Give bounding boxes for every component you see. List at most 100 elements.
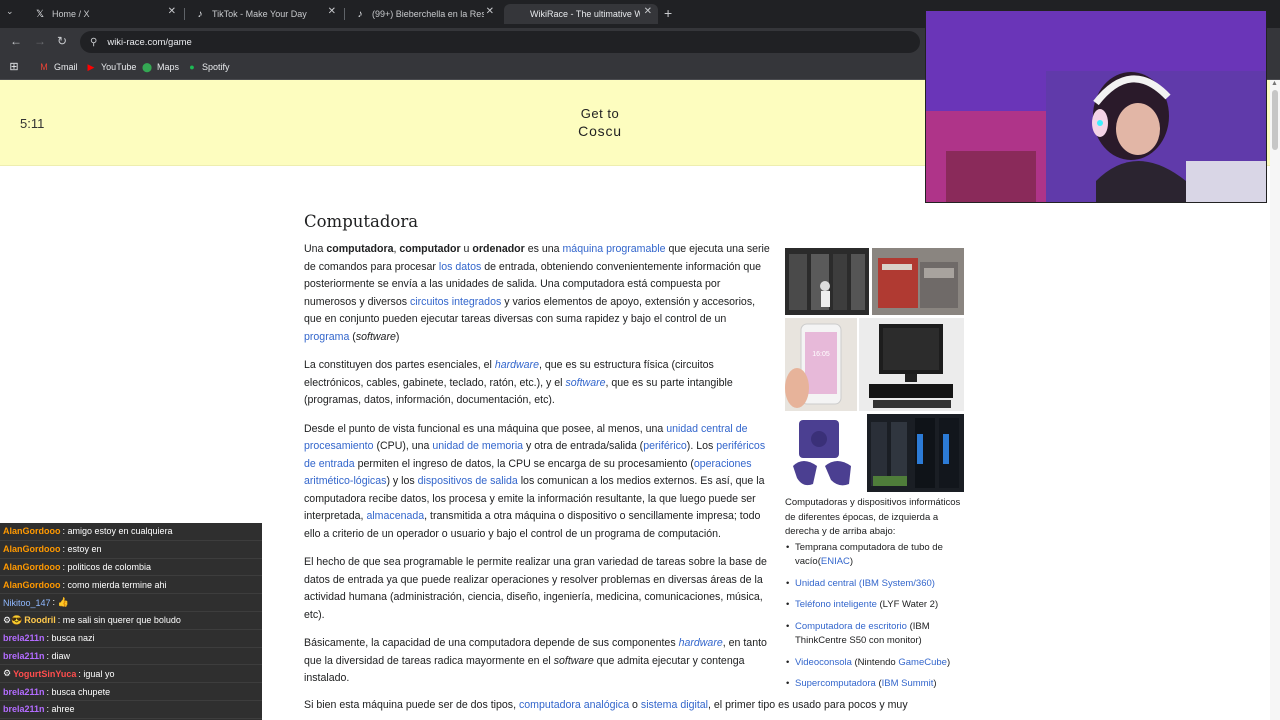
ibm-summit-photo[interactable]: [867, 414, 964, 492]
text: o: [629, 699, 641, 711]
text: ). Los: [686, 440, 717, 452]
caption-text: (LYF Water 2): [876, 599, 939, 610]
chat-text: : ahree: [46, 704, 75, 715]
chat-text: : busca nazi: [46, 633, 95, 644]
tiktok-icon: ♪: [357, 8, 363, 20]
paragraph-5: Básicamente, la capacidad de una computa…: [304, 635, 772, 688]
wiki-link[interactable]: IBM System/360: [862, 578, 932, 589]
caption-text: ): [849, 556, 854, 567]
chat-message: Nikitoo_147: 👍: [0, 594, 262, 612]
wiki-link[interactable]: hardware: [679, 637, 723, 649]
ibm-system-360-photo[interactable]: [872, 248, 964, 315]
eniac-photo[interactable]: [785, 248, 869, 315]
wiki-link[interactable]: computadora analógica: [519, 699, 629, 711]
caption-text: ): [931, 577, 935, 589]
wiki-link[interactable]: almacenada: [366, 510, 424, 522]
wiki-link[interactable]: circuitos integrados: [410, 296, 501, 308]
chat-message: AlanGordooo: como mierda termine ahi: [0, 576, 262, 595]
bookmark-spotify[interactable]: ● Spotify: [186, 61, 229, 73]
new-tab-icon[interactable]: +: [664, 5, 672, 21]
caption-list: Temprana computadora de tubo de vacío(EN…: [785, 541, 967, 692]
desktop-computer-photo[interactable]: [859, 318, 964, 411]
wiki-link[interactable]: Supercomputadora: [795, 678, 876, 689]
wiki-link[interactable]: periférico: [643, 440, 687, 452]
chat-username: brela211n: [3, 650, 45, 661]
chat-message: AlanGordooo: politicos de colombia: [0, 559, 262, 577]
gallery-caption: Computadoras y dispositivos informáticos…: [785, 496, 967, 699]
url-text[interactable]: wiki-race.com/game: [107, 37, 191, 48]
bookmark-gmail[interactable]: M Gmail: [38, 61, 77, 73]
close-tab-icon[interactable]: ✕: [328, 6, 336, 17]
tab-wikirace[interactable]: WikiRace - The ultimative Wikip ✕: [504, 4, 658, 24]
site-info-icon[interactable]: ⚲: [90, 37, 97, 48]
back-arrow-icon[interactable]: ←: [10, 34, 22, 48]
chat-text: : 👍: [52, 597, 69, 608]
chat-username: AlanGordooo: [3, 544, 61, 555]
article-body: Una computadora, computador u ordenador …: [304, 241, 772, 699]
chat-message: ⚙ YogurtSinYuca: igual yo: [0, 665, 262, 684]
youtube-icon: ▶: [87, 62, 95, 72]
chat-message: brela211n: busca chupete: [0, 683, 262, 701]
reload-icon[interactable]: ↻: [57, 34, 67, 48]
wiki-link[interactable]: Computadora de escritorio: [795, 621, 907, 632]
apps-grid-icon[interactable]: ⊞: [8, 61, 24, 73]
caption-intro: Computadoras y dispositivos informáticos…: [785, 497, 961, 537]
address-bar[interactable]: ⚲ wiki-race.com/game: [80, 31, 920, 53]
forward-arrow-icon[interactable]: →: [34, 34, 46, 48]
chat-username: Roodril: [24, 615, 56, 626]
close-tab-icon[interactable]: ✕: [168, 6, 176, 17]
wiki-link[interactable]: unidad de memoria: [432, 440, 523, 452]
chat-message: AlanGordooo: estoy en: [0, 541, 262, 559]
tab-tiktok[interactable]: ♪ TikTok - Make Your Day ✕: [186, 4, 342, 24]
paragraph-2: La constituyen dos partes esenciales, el…: [304, 357, 772, 410]
bookmark-maps[interactable]: ⬤ Maps: [141, 61, 179, 73]
wiki-link[interactable]: Unidad central: [795, 578, 856, 589]
wiki-link[interactable]: software: [565, 377, 605, 389]
scrollbar-thumb[interactable]: [1272, 90, 1278, 150]
text: Básicamente, la capacidad de una computa…: [304, 637, 679, 649]
wiki-link[interactable]: ENIAC: [821, 556, 850, 567]
wiki-link[interactable]: Teléfono inteligente: [795, 599, 877, 610]
chat-message: AlanGordooo: amigo estoy en cualquiera: [0, 523, 262, 541]
chat-username: AlanGordooo: [3, 561, 61, 572]
scroll-up-icon[interactable]: ▲: [1271, 80, 1278, 87]
wiki-link[interactable]: sistema digital: [641, 699, 708, 711]
tab-tiktok-live[interactable]: ♪ (99+) Bieberchella en la Residen ✕: [346, 4, 500, 24]
page-scrollbar[interactable]: ▲: [1270, 80, 1280, 720]
text: ): [395, 330, 400, 343]
wiki-link[interactable]: hardware: [495, 359, 539, 371]
stream-chat-overlay: AlanGordooo: amigo estoy en cualquiera A…: [0, 523, 262, 720]
wiki-link[interactable]: dispositivos de salida: [418, 475, 518, 487]
wiki-link[interactable]: GameCube: [898, 657, 947, 668]
chat-username: Nikitoo_147: [3, 597, 51, 608]
caption-text: Temprana computadora de tubo de vacío(: [795, 541, 943, 568]
wiki-link[interactable]: máquina programable: [562, 243, 665, 255]
wiki-link[interactable]: Videoconsola: [795, 657, 852, 668]
tab-search-chevron-icon[interactable]: ⌄: [6, 6, 14, 17]
wiki-link[interactable]: los datos: [439, 261, 481, 273]
tab-home-x[interactable]: 𝕏 Home / X ✕: [26, 4, 182, 24]
chat-text: : estoy en: [62, 544, 102, 555]
bookmark-youtube[interactable]: ▶ YouTube: [85, 61, 137, 73]
wiki-link[interactable]: programa: [304, 331, 349, 343]
bold-term: ordenador: [472, 243, 525, 255]
text: , el primer tipo es usado para pocos y m…: [708, 699, 908, 711]
italic-term: software: [553, 654, 594, 667]
gmail-icon: M: [40, 62, 48, 72]
close-tab-icon[interactable]: ✕: [644, 6, 652, 17]
wiki-link[interactable]: IBM Summit: [882, 678, 934, 689]
text: Una: [304, 243, 327, 255]
chat-username: brela211n: [3, 686, 45, 697]
streamer-webcam-image: [926, 11, 1266, 202]
close-tab-icon[interactable]: ✕: [486, 6, 494, 17]
list-item: Supercomputadora (IBM Summit): [786, 677, 967, 692]
chat-username: brela211n: [3, 704, 45, 715]
tab-title: (99+) Bieberchella en la Residen: [372, 9, 484, 19]
list-item: Videoconsola (Nintendo GameCube): [786, 656, 967, 671]
bold-term: computador: [399, 243, 461, 255]
webcam-overlay: [925, 10, 1267, 203]
caption-text: (Nintendo: [851, 656, 899, 668]
text: ) y los: [386, 475, 418, 487]
gamecube-photo[interactable]: [785, 414, 865, 492]
smartphone-photo[interactable]: 16:05: [785, 318, 857, 411]
